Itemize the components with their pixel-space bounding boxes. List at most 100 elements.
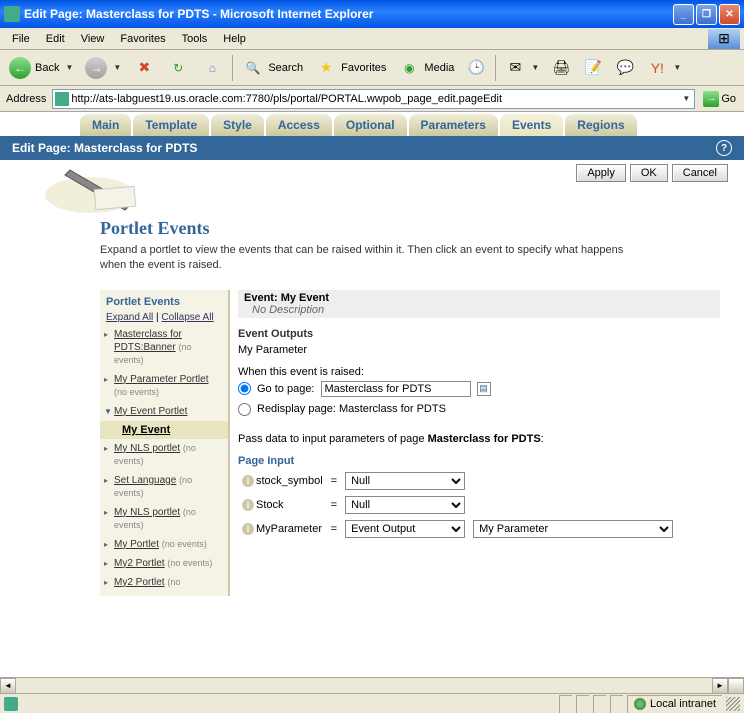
edit-button[interactable]: 📝 (578, 54, 608, 82)
collapse-all-link[interactable]: Collapse All (161, 312, 213, 323)
resize-grip[interactable] (726, 697, 740, 711)
menu-favorites[interactable]: Favorites (112, 31, 173, 47)
param-type-select[interactable]: Null (345, 496, 465, 514)
home-button[interactable]: ⌂ (196, 54, 228, 82)
favorites-label: Favorites (341, 62, 386, 74)
menu-file[interactable]: File (4, 31, 38, 47)
apply-button[interactable]: Apply (576, 164, 626, 182)
goto-page-radio[interactable] (238, 382, 251, 395)
portlet-name[interactable]: Set Language (114, 475, 176, 486)
expand-arrow-icon[interactable]: ▸ (104, 540, 108, 550)
close-button[interactable]: ✕ (719, 4, 740, 25)
expand-arrow-icon[interactable]: ▼ (104, 407, 112, 417)
goto-page-input[interactable] (321, 381, 471, 397)
stop-icon: ✖ (133, 57, 155, 79)
tab-parameters[interactable]: Parameters (409, 114, 498, 136)
tab-access[interactable]: Access (266, 114, 332, 136)
tab-events[interactable]: Events (500, 114, 563, 136)
portlet-name[interactable]: My NLS portlet (114, 507, 180, 518)
portlet-item[interactable]: ▸Set Language (no events) (100, 471, 228, 503)
expand-arrow-icon[interactable]: ▸ (104, 476, 108, 486)
ok-button[interactable]: OK (630, 164, 668, 182)
help-icon[interactable]: ? (716, 140, 732, 156)
menu-view[interactable]: View (73, 31, 113, 47)
portlet-name[interactable]: My Event Portlet (114, 406, 187, 417)
go-label: Go (721, 93, 736, 105)
portlet-name[interactable]: Masterclass for PDTS:Banner (114, 329, 182, 353)
portlet-item[interactable]: ▸My NLS portlet (no events) (100, 503, 228, 535)
menu-help[interactable]: Help (215, 31, 254, 47)
mail-button[interactable]: ✉▼ (500, 54, 544, 82)
portlet-item[interactable]: ▸My Parameter Portlet (no events) (100, 370, 228, 402)
portlet-item[interactable]: ▸My Portlet (no events) (100, 535, 228, 554)
scroll-left-button[interactable]: ◄ (0, 678, 16, 694)
tab-optional[interactable]: Optional (334, 114, 407, 136)
back-button[interactable]: ← Back ▼ (4, 54, 78, 82)
portlet-name[interactable]: My2 Portlet (114, 558, 165, 569)
expand-arrow-icon[interactable]: ▸ (104, 375, 108, 385)
ie-icon (4, 6, 20, 22)
expand-arrow-icon[interactable]: ▸ (104, 330, 108, 340)
print-button[interactable]: 🖨 (546, 54, 576, 82)
param-row: iMyParameter=Event OutputMy Parameter (238, 517, 677, 541)
address-dropdown[interactable]: ▼ (680, 94, 692, 103)
browse-page-icon[interactable]: ▤ (477, 382, 491, 396)
param-value-select[interactable]: My Parameter (473, 520, 673, 538)
expand-all-link[interactable]: Expand All (106, 312, 153, 323)
expand-arrow-icon[interactable]: ▸ (104, 444, 108, 454)
no-events-note: (no (167, 577, 180, 587)
address-input[interactable] (71, 93, 680, 105)
expand-arrow-icon[interactable]: ▸ (104, 578, 108, 588)
tab-regions[interactable]: Regions (565, 114, 636, 136)
expand-arrow-icon[interactable]: ▸ (104, 508, 108, 518)
redisplay-radio[interactable] (238, 403, 251, 416)
portlet-name[interactable]: My2 Portlet (114, 577, 165, 588)
param-type-select[interactable]: Event Output (345, 520, 465, 538)
search-button[interactable]: 🔍 Search (237, 54, 308, 82)
scroll-right-button[interactable]: ► (712, 678, 728, 694)
discuss-button[interactable]: 💬 (610, 54, 640, 82)
menu-edit[interactable]: Edit (38, 31, 73, 47)
param-row: iStock=Null (238, 493, 677, 517)
param-type-select[interactable]: Null (345, 472, 465, 490)
forward-button[interactable]: → ▼ (80, 54, 126, 82)
messenger-button[interactable]: Y!▼ (642, 54, 686, 82)
tree-controls: Expand All | Collapse All (100, 310, 228, 325)
portlet-item[interactable]: ▸My NLS portlet (no events) (100, 439, 228, 471)
info-icon[interactable]: i (242, 499, 254, 511)
chevron-down-icon: ▼ (673, 63, 681, 72)
portlet-item[interactable]: ▸ My2 Portlet (no (100, 573, 228, 592)
minimize-button[interactable]: _ (673, 4, 694, 25)
cancel-button[interactable]: Cancel (672, 164, 728, 182)
event-item[interactable]: My Event (100, 421, 228, 439)
go-button[interactable]: → Go (699, 89, 740, 109)
scroll-track[interactable] (16, 678, 712, 694)
expand-arrow-icon[interactable]: ▸ (104, 559, 108, 569)
maximize-button[interactable]: ❐ (696, 4, 717, 25)
portlet-name[interactable]: My NLS portlet (114, 443, 180, 454)
info-icon[interactable]: i (242, 523, 254, 535)
portlet-name[interactable]: My Portlet (114, 539, 159, 550)
toolbar: ← Back ▼ → ▼ ✖ ↻ ⌂ 🔍 Search ★ Favorites … (0, 50, 744, 86)
event-details: Event: My Event No Description Event Out… (230, 290, 728, 596)
portlet-item[interactable]: ▼My Event Portlet (100, 402, 228, 421)
favorites-button[interactable]: ★ Favorites (310, 54, 391, 82)
media-button[interactable]: ◉ Media (393, 54, 459, 82)
portlet-name[interactable]: My Parameter Portlet (114, 374, 208, 385)
portlet-item[interactable]: ▸My2 Portlet (no events) (100, 554, 228, 573)
window-title: Edit Page: Masterclass for PDTS - Micros… (24, 7, 673, 21)
info-icon[interactable]: i (242, 475, 254, 487)
tab-main[interactable]: Main (80, 114, 131, 136)
refresh-button[interactable]: ↻ (162, 54, 194, 82)
menu-tools[interactable]: Tools (174, 31, 216, 47)
history-button[interactable]: 🕒 (461, 54, 491, 82)
refresh-icon: ↻ (167, 57, 189, 79)
outputs-heading: Event Outputs (238, 320, 720, 342)
status-cell (559, 695, 572, 713)
search-label: Search (268, 62, 303, 74)
portlet-item[interactable]: ▸Masterclass for PDTS:Banner (no events) (100, 325, 228, 370)
tab-template[interactable]: Template (133, 114, 209, 136)
tab-style[interactable]: Style (211, 114, 264, 136)
horizontal-scrollbar[interactable]: ◄ ► (0, 677, 744, 693)
stop-button[interactable]: ✖ (128, 54, 160, 82)
